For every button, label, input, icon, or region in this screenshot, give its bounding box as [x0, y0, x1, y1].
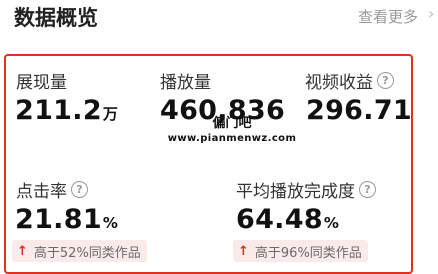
metric-unit: %	[102, 214, 119, 232]
watermark: 偏门吧 www.pianmenwz.com	[152, 112, 312, 144]
help-icon[interactable]: ?	[359, 181, 376, 198]
chevron-right-icon[interactable]: ›	[428, 4, 434, 23]
watermark-cn: 偏门吧	[212, 116, 252, 131]
view-more-link[interactable]: 查看更多	[358, 6, 418, 27]
metric-label-video-revenue: 视频收益 ?	[305, 68, 394, 93]
watermark-url: www.pianmenwz.com	[167, 133, 297, 144]
metric-value-avg-completion: 64.48%	[236, 204, 340, 235]
section-title: 数据概览	[14, 6, 98, 30]
metric-label-plays: 播放量	[160, 73, 211, 93]
comparison-badge-avg-completion: ↑ 高于96%同类作品	[233, 240, 368, 262]
metric-label-impressions: 展现量	[16, 73, 67, 93]
comparison-badge-ctr: ↑ 高于52%同类作品	[12, 240, 147, 262]
metric-label-avg-completion: 平均播放完成度 ?	[236, 177, 376, 202]
metric-unit: 万	[102, 105, 119, 123]
metric-value-impressions: 211.2万	[15, 95, 119, 126]
help-icon[interactable]: ?	[377, 72, 394, 89]
arrow-up-icon: ↑	[238, 243, 249, 259]
metric-value-video-revenue: 296.71	[306, 95, 412, 126]
help-icon[interactable]: ?	[71, 181, 88, 198]
arrow-up-icon: ↑	[17, 243, 28, 259]
metric-label-ctr: 点击率 ?	[16, 177, 88, 202]
metric-value-ctr: 21.81%	[15, 204, 119, 235]
metric-unit: %	[323, 214, 340, 232]
